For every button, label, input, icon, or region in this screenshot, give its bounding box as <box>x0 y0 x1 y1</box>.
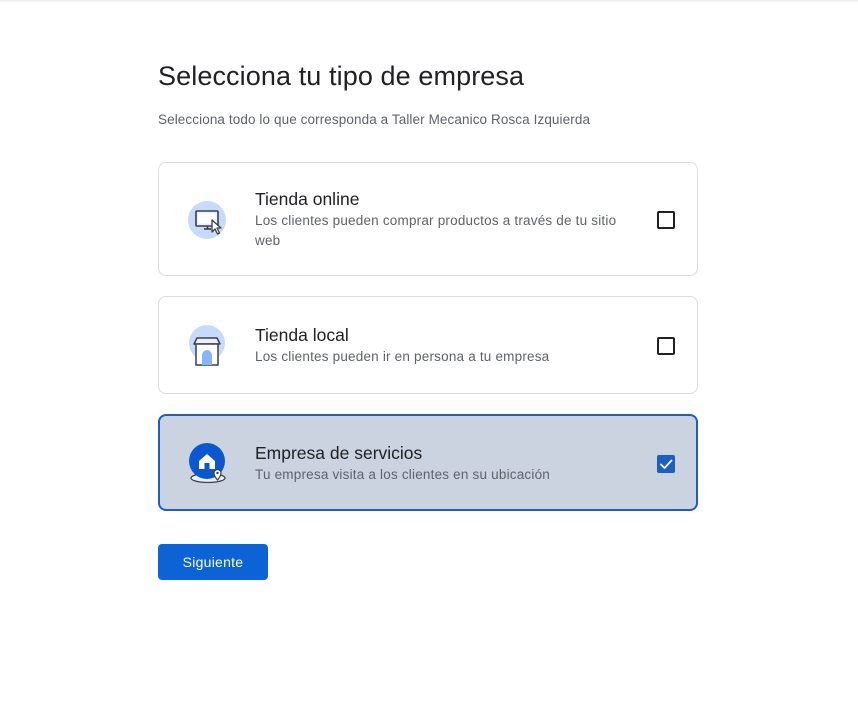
option-title: Empresa de servicios <box>255 443 423 463</box>
option-title: Tienda local <box>255 325 349 345</box>
option-description: Los clientes pueden ir en persona a tu e… <box>255 349 550 364</box>
option-title: Tienda online <box>255 189 360 209</box>
option-description: Tu empresa visita a los clientes en su u… <box>255 467 550 482</box>
option-checkbox-local-store[interactable] <box>657 337 675 355</box>
top-divider <box>0 0 858 3</box>
option-description: Los clientes pueden comprar productos a … <box>255 213 617 248</box>
service-business-icon <box>187 443 229 485</box>
option-checkbox-service-business[interactable] <box>657 455 675 473</box>
checkmark-icon <box>660 459 673 469</box>
option-card-service-business[interactable]: Empresa de servicios Tu empresa visita a… <box>158 414 698 511</box>
online-store-icon <box>187 199 229 241</box>
option-card-online-store[interactable]: Tienda online Los clientes pueden compra… <box>158 162 698 276</box>
option-card-local-store[interactable]: Tienda local Los clientes pueden ir en p… <box>158 296 698 394</box>
option-checkbox-online-store[interactable] <box>657 211 675 229</box>
local-store-icon <box>187 325 229 367</box>
next-button[interactable]: Siguiente <box>158 544 268 580</box>
business-type-form: Selecciona tu tipo de empresa Selecciona… <box>158 58 700 580</box>
